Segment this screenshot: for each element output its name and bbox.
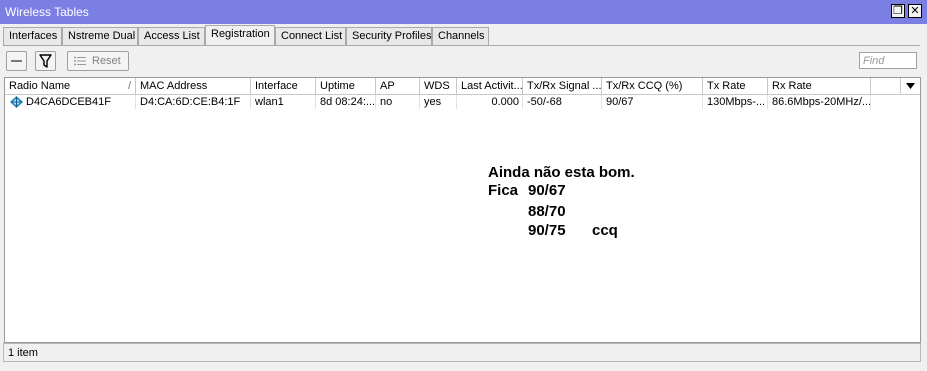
annotation-line-1: Ainda não esta bom.: [488, 164, 635, 181]
reset-label: Reset: [92, 55, 121, 67]
registration-icon: [10, 96, 23, 108]
annotation-value-3: 90/75: [528, 222, 566, 239]
cell-rx-rate: 86.6Mbps-20MHz/...: [768, 95, 871, 109]
column-header-ap[interactable]: AP: [376, 78, 420, 94]
table-header: Radio Name / MAC Address Interface Uptim…: [5, 78, 920, 95]
filter-button[interactable]: [35, 51, 56, 71]
cell-radio-name: D4CA6DCEB41F: [5, 95, 136, 109]
column-header-mac-address[interactable]: MAC Address: [136, 78, 251, 94]
title-bar[interactable]: Wireless Tables ❐ ✕: [0, 0, 927, 24]
column-header-tx-rx-ccq[interactable]: Tx/Rx CCQ (%): [602, 78, 703, 94]
cell-uptime: 8d 08:24:...: [316, 95, 376, 109]
reset-icon: [74, 56, 86, 66]
reset-button[interactable]: Reset: [67, 51, 129, 71]
wireless-tables-window: Wireless Tables ❐ ✕ Interfaces Nstreme D…: [0, 0, 927, 371]
tab-channels[interactable]: Channels: [432, 27, 489, 45]
annotation-value-1: 90/67: [528, 182, 566, 199]
cell-mac-address: D4:CA:6D:CE:B4:1F: [136, 95, 251, 109]
triangle-down-icon: [906, 83, 915, 89]
tab-registration[interactable]: Registration: [205, 25, 275, 46]
tab-nstreme-dual[interactable]: Nstreme Dual: [62, 27, 138, 45]
annotation-value-2: 88/70: [528, 203, 566, 220]
columns-menu-button[interactable]: [901, 78, 920, 94]
column-header-uptime[interactable]: Uptime: [316, 78, 376, 94]
toolbar: Reset: [0, 46, 927, 76]
table-row[interactable]: D4CA6DCEB41F D4:CA:6D:CE:B4:1F wlan1 8d …: [5, 95, 920, 109]
cell-interface: wlan1: [251, 95, 316, 109]
column-header-radio-name[interactable]: Radio Name /: [5, 78, 136, 94]
status-bar: 1 item: [3, 343, 921, 362]
column-header-blank: [871, 78, 901, 94]
registration-table: Radio Name / MAC Address Interface Uptim…: [4, 77, 921, 343]
cell-ap: no: [376, 95, 420, 109]
tab-connect-list[interactable]: Connect List: [275, 27, 346, 45]
cell-last-activity: 0.000: [457, 95, 523, 109]
tab-interfaces[interactable]: Interfaces: [3, 27, 62, 45]
column-header-wds[interactable]: WDS: [420, 78, 457, 94]
cell-wds: yes: [420, 95, 457, 109]
tab-security-profiles[interactable]: Security Profiles: [346, 27, 432, 45]
restore-button[interactable]: ❐: [891, 4, 905, 18]
find-input[interactable]: [859, 52, 917, 69]
cell-tx-rx-signal: -50/-68: [523, 95, 602, 109]
item-count: 1 item: [8, 347, 38, 359]
cell-tx-rx-ccq: 90/67: [602, 95, 703, 109]
column-header-tx-rx-rate[interactable]: Tx Rate: [703, 78, 768, 94]
annotation-fica-label: Fica: [488, 182, 519, 199]
sort-indicator: /: [127, 80, 131, 92]
tab-access-list[interactable]: Access List: [138, 27, 205, 45]
column-header-rx-rate[interactable]: Rx Rate: [768, 78, 871, 94]
annotation-ccq-label: ccq: [592, 222, 618, 239]
close-button[interactable]: ✕: [908, 4, 922, 18]
column-header-tx-rx-signal[interactable]: Tx/Rx Signal ...: [523, 78, 602, 94]
cell-tx-rate: 130Mbps-...: [703, 95, 768, 109]
filter-icon: [39, 54, 52, 68]
column-header-last-activity[interactable]: Last Activit...: [457, 78, 523, 94]
remove-button[interactable]: [6, 51, 27, 71]
window-title: Wireless Tables: [5, 5, 89, 19]
minus-icon: [11, 60, 22, 62]
column-header-interface[interactable]: Interface: [251, 78, 316, 94]
